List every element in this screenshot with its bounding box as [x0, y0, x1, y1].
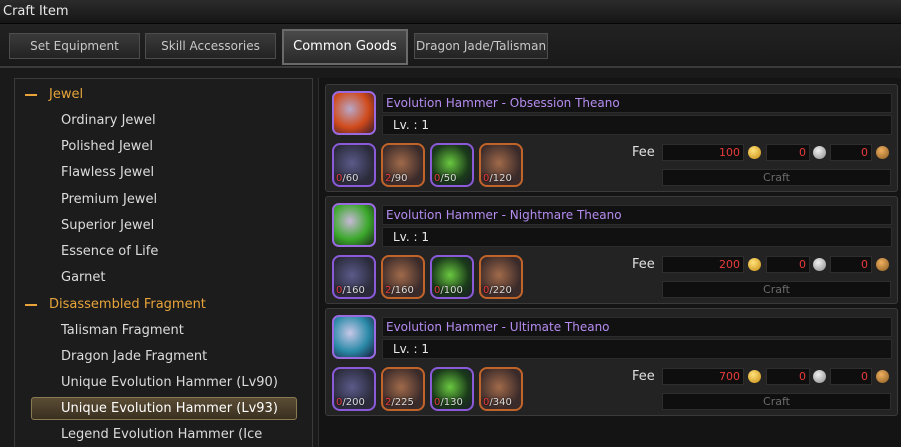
recipe-name-row: Evolution Hammer - Nightmare Theano [382, 205, 892, 225]
recipe-card: Evolution Hammer - Ultimate Theano Lv. :… [325, 308, 898, 416]
material-slot[interactable]: 0/60 [332, 143, 376, 187]
recipe-level: Lv. : 1 [393, 230, 429, 244]
recipe-level: Lv. : 1 [393, 118, 429, 132]
list-item-polished-jewel[interactable]: Polished Jewel [31, 135, 297, 158]
category-disassembled-fragment[interactable]: Disassembled Fragment [25, 293, 206, 317]
silver-coin-icon [813, 258, 826, 271]
fee-copper-value: 0 [830, 144, 872, 161]
fee-label: Fee [632, 145, 655, 160]
material-slot[interactable]: 2/160 [381, 255, 425, 299]
tab-bar: Set Equipment Skill Accessories Common G… [0, 24, 901, 68]
recipe-name-row: Evolution Hammer - Obsession Theano [382, 93, 892, 113]
copper-coin-icon [876, 146, 889, 159]
material-slot[interactable]: 0/220 [479, 255, 523, 299]
recipe-name-row: Evolution Hammer - Ultimate Theano [382, 317, 892, 337]
material-slot[interactable]: 0/160 [332, 255, 376, 299]
fee-silver-value: 0 [766, 368, 810, 385]
list-item-legend-hammer-ice-dragon[interactable]: Legend Evolution Hammer (Ice Dragon) [31, 423, 297, 446]
material-slot[interactable]: 0/100 [430, 255, 474, 299]
fee-gold-value: 200 [662, 256, 744, 273]
list-item-essence-of-life[interactable]: Essence of Life [31, 240, 297, 263]
fee-silver-value: 0 [766, 144, 810, 161]
recipe-card: Evolution Hammer - Nightmare Theano Lv. … [325, 196, 898, 304]
recipe-level-row: Lv. : 1 [382, 115, 892, 135]
category-list: Jewel Ordinary Jewel Polished Jewel Flaw… [14, 78, 313, 447]
hammer-item-icon[interactable] [332, 315, 376, 359]
copper-coin-icon [876, 370, 889, 383]
fee-copper-value: 0 [830, 256, 872, 273]
list-item-premium-jewel[interactable]: Premium Jewel [31, 188, 297, 211]
tab-set-equipment[interactable]: Set Equipment [9, 33, 140, 59]
window-title: Craft Item [3, 4, 69, 19]
collapse-icon [25, 303, 37, 306]
window-titlebar: Craft Item [0, 0, 901, 24]
recipe-panel: Evolution Hammer - Obsession Theano Lv. … [318, 78, 901, 447]
recipe-name: Evolution Hammer - Nightmare Theano [386, 208, 622, 222]
gold-coin-icon [748, 370, 761, 383]
recipe-level: Lv. : 1 [393, 342, 429, 356]
craft-button[interactable]: Craft [662, 281, 891, 298]
material-slot[interactable]: 0/50 [430, 143, 474, 187]
fee-label: Fee [632, 257, 655, 272]
category-jewel[interactable]: Jewel [25, 83, 83, 107]
fee-gold-value: 700 [662, 368, 744, 385]
hammer-item-icon[interactable] [332, 91, 376, 135]
gold-coin-icon [748, 146, 761, 159]
fee-copper-value: 0 [830, 368, 872, 385]
recipe-name: Evolution Hammer - Ultimate Theano [386, 320, 610, 334]
material-slot[interactable]: 0/340 [479, 367, 523, 411]
collapse-icon [25, 93, 37, 96]
tab-dragon-jade-talisman[interactable]: Dragon Jade/Talisman [414, 33, 548, 59]
recipe-level-row: Lv. : 1 [382, 339, 892, 359]
silver-coin-icon [813, 146, 826, 159]
tab-skill-accessories[interactable]: Skill Accessories [145, 33, 276, 59]
recipe-card: Evolution Hammer - Obsession Theano Lv. … [325, 84, 898, 192]
hammer-item-icon[interactable] [332, 203, 376, 247]
list-item-flawless-jewel[interactable]: Flawless Jewel [31, 161, 297, 184]
list-item-unique-hammer-lv90[interactable]: Unique Evolution Hammer (Lv90) [31, 371, 297, 394]
gold-coin-icon [748, 258, 761, 271]
material-slot[interactable]: 0/130 [430, 367, 474, 411]
list-item-superior-jewel[interactable]: Superior Jewel [31, 214, 297, 237]
list-item-dragon-jade-fragment[interactable]: Dragon Jade Fragment [31, 345, 297, 368]
silver-coin-icon [813, 370, 826, 383]
craft-button[interactable]: Craft [662, 393, 891, 410]
material-slot[interactable]: 0/200 [332, 367, 376, 411]
list-item-talisman-fragment[interactable]: Talisman Fragment [31, 319, 297, 342]
fee-silver-value: 0 [766, 256, 810, 273]
list-item-ordinary-jewel[interactable]: Ordinary Jewel [31, 109, 297, 132]
material-slot[interactable]: 0/120 [479, 143, 523, 187]
craft-button[interactable]: Craft [662, 169, 891, 186]
recipe-name: Evolution Hammer - Obsession Theano [386, 96, 620, 110]
list-item-garnet[interactable]: Garnet [31, 266, 297, 289]
fee-label: Fee [632, 369, 655, 384]
material-slot[interactable]: 2/225 [381, 367, 425, 411]
fee-gold-value: 100 [662, 144, 744, 161]
list-item-unique-hammer-lv93[interactable]: Unique Evolution Hammer (Lv93) [31, 397, 297, 420]
material-slot[interactable]: 2/90 [381, 143, 425, 187]
recipe-level-row: Lv. : 1 [382, 227, 892, 247]
copper-coin-icon [876, 258, 889, 271]
tab-common-goods[interactable]: Common Goods [282, 29, 408, 65]
